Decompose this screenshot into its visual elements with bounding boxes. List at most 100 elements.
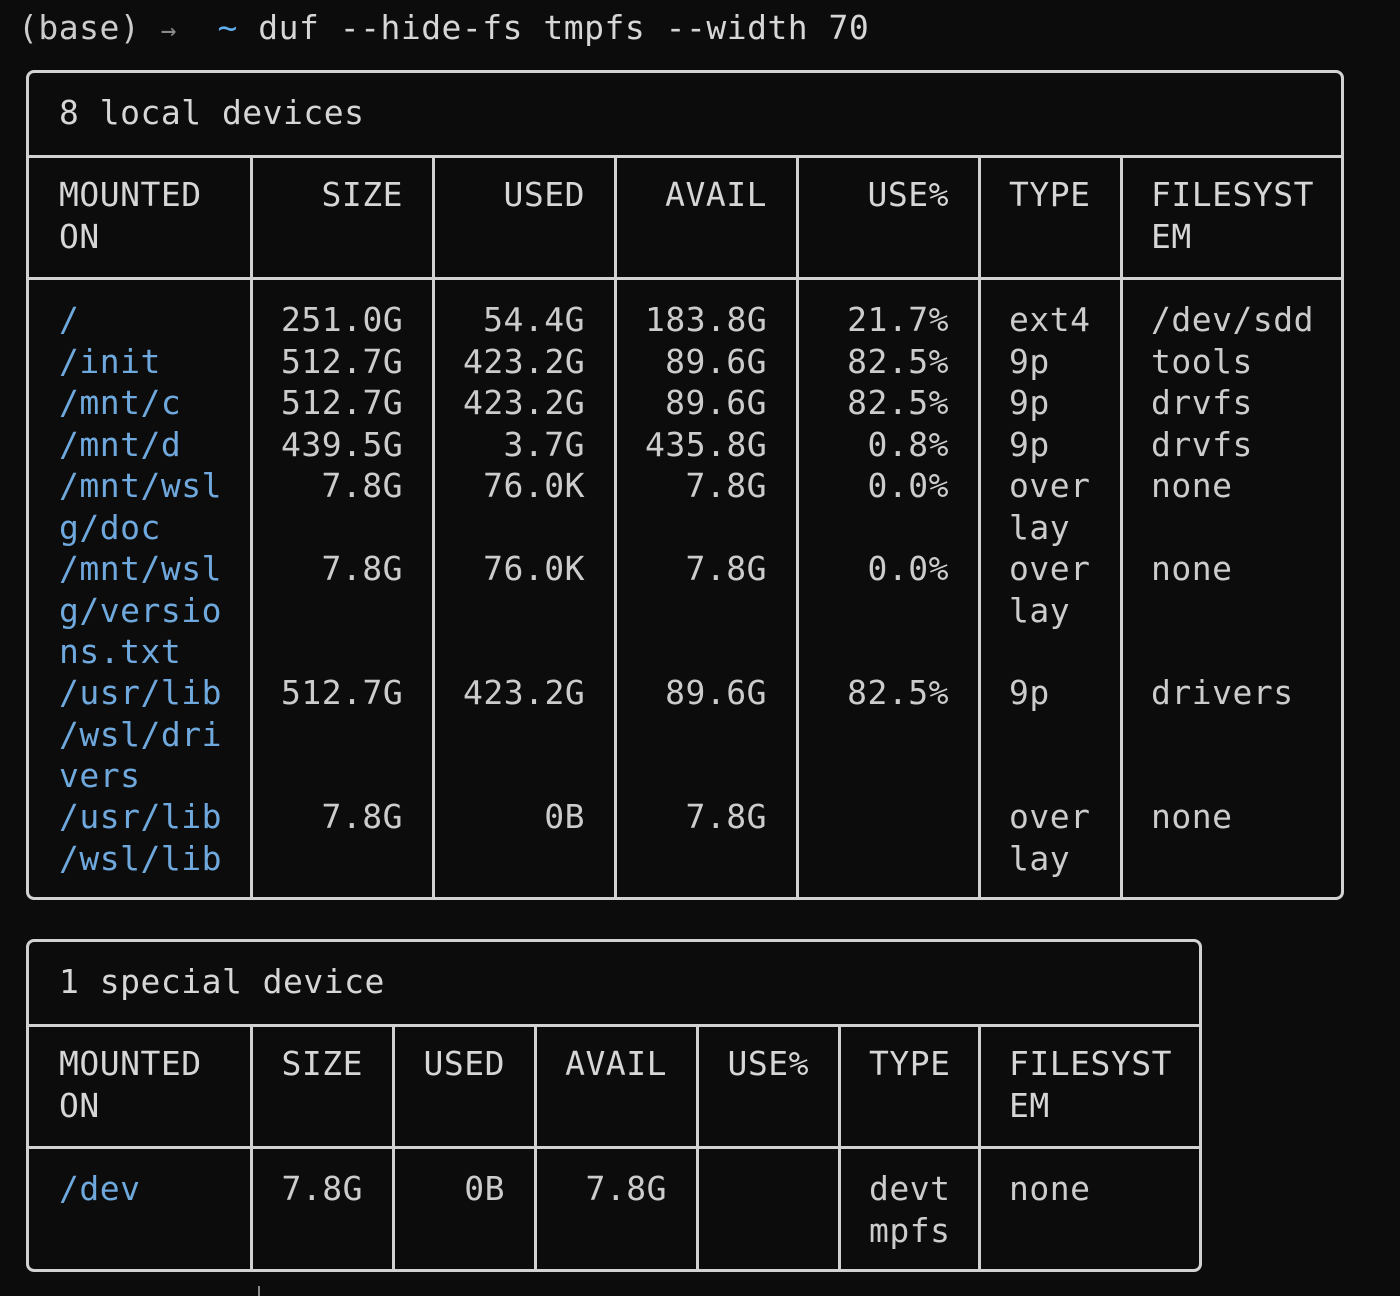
- column-separator: [696, 1024, 699, 1269]
- cell-size: 512.7G: [281, 341, 404, 381]
- title-divider: [29, 155, 1341, 158]
- header-type[interactable]: TYPE: [869, 1043, 950, 1085]
- column-separator: [392, 1024, 395, 1269]
- prompt-arrow-icon: →: [160, 16, 177, 46]
- header-divider: [29, 1146, 1199, 1149]
- mount-path-cell[interactable]: /: [59, 299, 221, 341]
- header-filesystem[interactable]: FILESYST EM: [1009, 1043, 1175, 1126]
- cell-use-percent: 21.7%: [847, 300, 949, 339]
- column-separator: [250, 1024, 253, 1269]
- cell-used: 0B: [464, 1169, 505, 1208]
- mount-path-cell[interactable]: /dev: [59, 1168, 221, 1210]
- title-divider: [29, 1024, 1199, 1027]
- cell-avail: 7.8G: [685, 466, 767, 505]
- header-avail[interactable]: AVAIL: [565, 1043, 667, 1085]
- cell-size: 7.8G: [321, 549, 403, 588]
- header-use-percent[interactable]: USE%: [727, 1043, 809, 1085]
- local-devices-title: 8 local devices: [59, 93, 365, 132]
- conda-env-label: (base): [18, 8, 141, 47]
- cell-use-percent: 82.5%: [847, 341, 949, 381]
- header-filesystem[interactable]: FILESYST EM: [1151, 174, 1317, 257]
- column-separator: [534, 1024, 537, 1269]
- header-size[interactable]: SIZE: [281, 1043, 363, 1085]
- cell-type: devt mpfs: [869, 1169, 951, 1250]
- cell-avail: 7.8G: [685, 797, 767, 836]
- column-separator: [796, 155, 799, 897]
- cell-avail: 7.8G: [585, 1169, 667, 1208]
- mount-path-cell[interactable]: /usr/lib /wsl/dri vers: [59, 672, 221, 797]
- cell-filesystem: drvfs: [1151, 424, 1253, 464]
- cell-avail: 89.6G: [665, 341, 767, 381]
- cell-used: 76.0K: [483, 549, 585, 588]
- cell-size: 7.8G: [321, 797, 403, 836]
- mount-path-cell[interactable]: /mnt/wsl g/doc: [59, 465, 221, 548]
- column-separator: [614, 155, 617, 897]
- cell-type: over lay: [1009, 797, 1091, 878]
- command-text: duf --hide-fs tmpfs --width 70: [258, 8, 870, 47]
- cell-used: 0B: [544, 797, 585, 836]
- special-devices-title: 1 special device: [59, 962, 385, 1001]
- header-mounted-on[interactable]: MOUNTED ON: [59, 174, 221, 257]
- cell-used: 423.2G: [463, 383, 586, 422]
- cell-size: 7.8G: [321, 466, 403, 505]
- cell-size: 512.7G: [281, 383, 404, 422]
- cell-used: 3.7G: [503, 424, 585, 464]
- cell-filesystem: drvfs: [1151, 383, 1253, 422]
- command-prompt-line: (base) → ~ duf --hide-fs tmpfs --width 7…: [18, 6, 869, 50]
- cell-size: 7.8G: [281, 1169, 363, 1208]
- cell-use-percent: 0.0%: [867, 466, 949, 505]
- mount-path-cell[interactable]: /mnt/d: [59, 424, 221, 466]
- cell-avail: 89.6G: [665, 673, 767, 712]
- column-separator: [250, 155, 253, 897]
- header-type[interactable]: TYPE: [1009, 174, 1091, 216]
- mount-path-cell[interactable]: /init: [59, 341, 221, 383]
- cell-type: 9p: [1009, 383, 1050, 422]
- header-size[interactable]: SIZE: [281, 174, 403, 216]
- cell-use-percent: 82.5%: [847, 383, 949, 422]
- cell-type: ext4: [1009, 300, 1091, 339]
- special-devices-panel: 1 special device MOUNTED ON SIZE USED AVAIL…: [26, 939, 1202, 1272]
- cell-type: 9p: [1009, 673, 1050, 712]
- header-mounted-on[interactable]: MOUNTED ON: [59, 1043, 221, 1126]
- cell-filesystem: /dev/sdd: [1151, 300, 1314, 339]
- cell-filesystem: none: [1151, 549, 1233, 588]
- cell-used: 423.2G: [463, 673, 586, 712]
- cell-type: 9p: [1009, 424, 1050, 464]
- cell-filesystem: tools: [1151, 341, 1253, 381]
- header-divider: [29, 277, 1341, 280]
- column-separator: [978, 1024, 981, 1269]
- cell-avail: 435.8G: [645, 424, 768, 464]
- header-use-percent[interactable]: USE%: [827, 174, 949, 216]
- column-separator: [432, 155, 435, 897]
- terminal-window[interactable]: (base) → ~ duf --hide-fs tmpfs --width 7…: [0, 0, 1400, 1296]
- mount-path-cell[interactable]: /mnt/wsl g/versio ns.txt: [59, 548, 221, 673]
- cell-avail: 7.8G: [685, 549, 767, 588]
- header-avail[interactable]: AVAIL: [645, 174, 767, 216]
- cell-use-percent: 0.8%: [867, 424, 949, 464]
- cell-used: 76.0K: [483, 466, 585, 505]
- column-separator: [838, 1024, 841, 1269]
- next-prompt-peek: [0, 1282, 270, 1296]
- cell-used: 423.2G: [463, 341, 586, 381]
- header-used[interactable]: USED: [423, 1043, 505, 1085]
- mount-path-cell[interactable]: /usr/lib /wsl/lib: [59, 796, 221, 879]
- cell-filesystem: none: [1009, 1169, 1091, 1208]
- prompt-directory: ~: [217, 8, 238, 47]
- cursor: [258, 1286, 260, 1296]
- cell-filesystem: drivers: [1151, 673, 1294, 712]
- column-separator: [1120, 155, 1123, 897]
- column-separator: [978, 155, 981, 897]
- cell-avail: 183.8G: [645, 300, 768, 339]
- cell-type: 9p: [1009, 341, 1050, 381]
- cell-size: 512.7G: [281, 673, 404, 712]
- mount-path-cell[interactable]: /mnt/c: [59, 382, 221, 424]
- cell-used: 54.4G: [483, 300, 585, 339]
- local-devices-panel: 8 local devices MOUNTED ON SIZE USED AVAIL U…: [26, 70, 1344, 900]
- cell-use-percent: 82.5%: [847, 673, 949, 712]
- cell-size: 251.0G: [281, 300, 404, 339]
- header-used[interactable]: USED: [463, 174, 585, 216]
- cell-filesystem: none: [1151, 466, 1233, 505]
- cell-size: 439.5G: [281, 424, 404, 464]
- cell-use-percent: 0.0%: [867, 549, 949, 588]
- cell-avail: 89.6G: [665, 383, 767, 422]
